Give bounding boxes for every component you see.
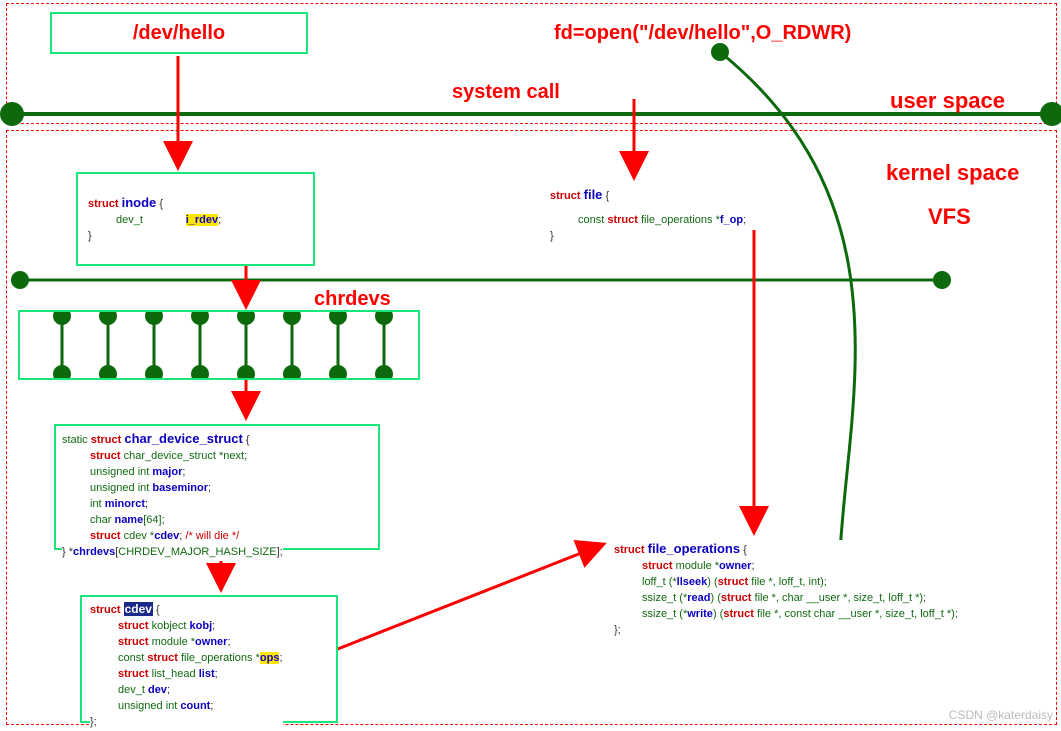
kernel-space-label: kernel space [886,160,1019,186]
chrdevs-array-box [18,310,420,380]
chrdevs-array-svg [20,312,418,378]
diagram-canvas: /dev/hello fd=open("/dev/hello",O_RDWR) … [0,0,1061,728]
code-cdev: struct cdev { struct kobject kobj; struc… [90,601,283,731]
chrdevs-label: chrdevs [314,288,391,311]
code-file-operations: struct file_operations { struct module *… [614,540,958,639]
code-inode: struct inode { dev_t i_rdev; } [88,194,221,245]
struct-inode-box: struct inode { dev_t i_rdev; } [76,172,315,266]
dev-hello-label: /dev/hello [133,22,225,45]
code-struct-file: struct file { const struct file_operatio… [550,186,746,245]
vfs-label: VFS [928,204,971,230]
char-device-struct-box: static struct char_device_struct { struc… [54,424,380,550]
struct-cdev-box: struct cdev { struct kobject kobj; struc… [80,595,338,723]
user-space-label: user space [890,88,1005,114]
system-call-label: system call [452,81,560,104]
code-char-device-struct: static struct char_device_struct { struc… [62,430,283,561]
fd-open-label: fd=open("/dev/hello",O_RDWR) [554,22,851,45]
watermark: CSDN @katerdaisy [949,708,1053,722]
dev-hello-box: /dev/hello [50,12,308,54]
